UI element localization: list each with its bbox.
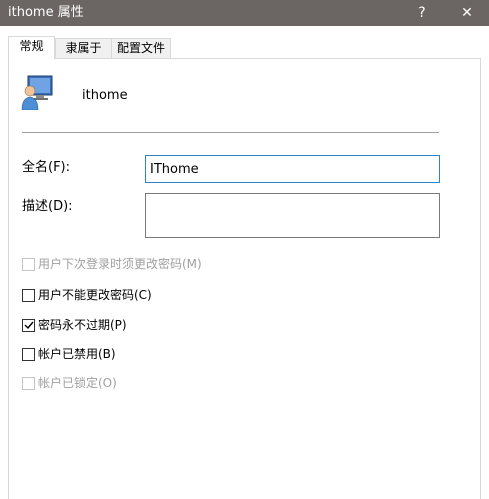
close-icon: ✕ xyxy=(461,5,473,21)
tab-general[interactable]: 常规 xyxy=(8,36,55,59)
window-title: ithome 属性 xyxy=(8,5,84,20)
option-account-locked: 帐户已锁定(O) xyxy=(22,375,117,391)
checkbox-account-locked xyxy=(22,376,35,390)
help-icon: ? xyxy=(418,5,426,21)
checkbox-must-change-password xyxy=(22,257,35,271)
option-label: 密码永不过期(P) xyxy=(38,318,127,332)
option-password-never-expires[interactable]: 密码永不过期(P) xyxy=(22,317,127,333)
description-input[interactable] xyxy=(145,193,440,238)
checkbox-password-never-expires[interactable] xyxy=(22,318,35,332)
option-must-change-password: 用户下次登录时须更改密码(M) xyxy=(22,256,202,272)
description-label: 描述(D): xyxy=(22,199,73,214)
close-button[interactable]: ✕ xyxy=(445,0,489,26)
option-account-disabled[interactable]: 帐户已禁用(B) xyxy=(22,346,116,362)
checkmark-icon xyxy=(24,321,34,330)
title-bar: ithome 属性 ? ✕ xyxy=(0,0,489,26)
tab-profile[interactable]: 配置文件 xyxy=(111,38,171,58)
option-cannot-change-password[interactable]: 用户不能更改密码(C) xyxy=(22,287,152,303)
option-label: 用户不能更改密码(C) xyxy=(38,288,152,302)
checkbox-account-disabled[interactable] xyxy=(22,347,35,361)
tab-member-of[interactable]: 隶属于 xyxy=(55,38,112,58)
option-label: 帐户已锁定(O) xyxy=(38,376,117,390)
checkbox-cannot-change-password[interactable] xyxy=(22,288,35,302)
tab-panel-general xyxy=(8,58,481,499)
help-button[interactable]: ? xyxy=(400,0,444,26)
fullname-input[interactable] xyxy=(145,155,440,183)
username: ithome xyxy=(82,88,128,103)
divider xyxy=(22,132,439,133)
fullname-label: 全名(F): xyxy=(22,160,71,175)
option-label: 帐户已禁用(B) xyxy=(38,347,116,361)
user-monitor-icon xyxy=(21,75,53,110)
option-label: 用户下次登录时须更改密码(M) xyxy=(38,257,202,271)
